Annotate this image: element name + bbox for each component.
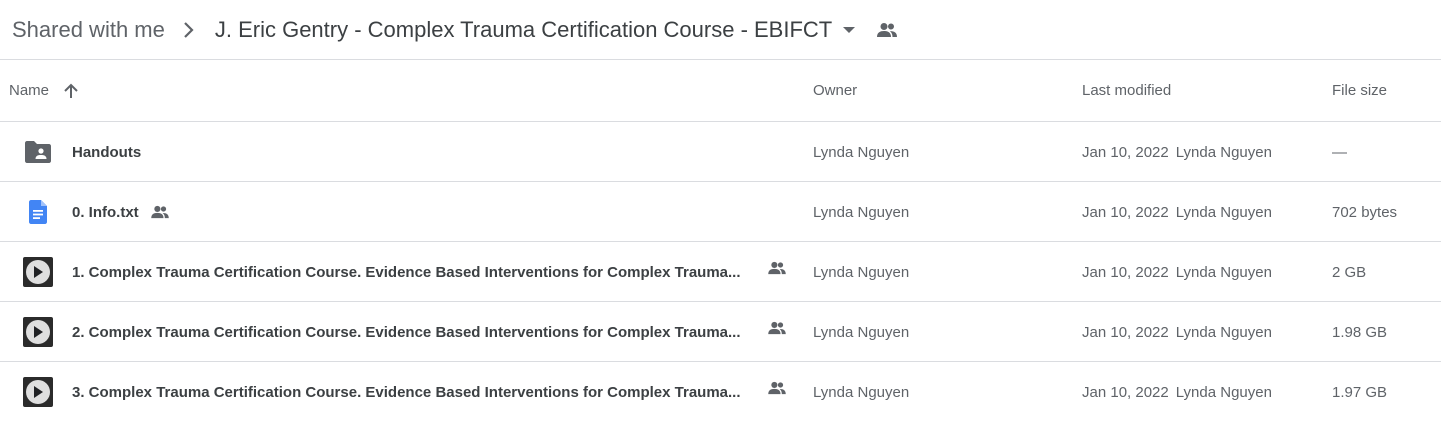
shared-people-icon: [766, 381, 788, 399]
chevron-right-icon: [183, 21, 195, 39]
shared-folder-icon: [23, 137, 53, 167]
file-size: 702 bytes: [1332, 203, 1398, 221]
file-last-modified: Jan 10, 2022 Lynda Nguyen: [1082, 263, 1272, 281]
file-size: —: [1332, 143, 1347, 161]
file-list: Handouts Lynda Nguyen Jan 10, 2022 Lynda …: [0, 122, 1441, 422]
column-header-row: Name Owner Last modified File size: [0, 60, 1441, 122]
dropdown-arrow-icon[interactable]: [842, 26, 856, 34]
column-name-label: Name: [9, 82, 50, 99]
file-owner: Lynda Nguyen: [813, 323, 910, 341]
file-name: Handouts: [72, 143, 142, 161]
breadcrumb: Shared with me J. Eric Gentry - Complex …: [0, 0, 1441, 60]
file-size: 2 GB: [1332, 263, 1367, 281]
shared-people-icon: [149, 205, 171, 219]
breadcrumb-shared-with-me[interactable]: Shared with me: [12, 17, 165, 43]
current-folder-title: J. Eric Gentry - Complex Trauma Certific…: [214, 16, 833, 42]
file-owner: Lynda Nguyen: [813, 143, 910, 161]
shared-people-icon: [766, 261, 788, 279]
column-header-name[interactable]: Name: [9, 82, 79, 99]
file-last-modified: Jan 10, 2022 Lynda Nguyen: [1082, 203, 1272, 221]
file-owner: Lynda Nguyen: [813, 263, 910, 281]
video-thumbnail-icon: [23, 377, 53, 407]
column-header-owner[interactable]: Owner: [813, 82, 857, 99]
video-thumbnail-icon: [23, 257, 53, 287]
file-row[interactable]: 0. Info.txt Lynda Nguyen Jan 10, 2022 Lyn…: [0, 182, 1441, 242]
shared-people-icon: [766, 321, 788, 339]
file-owner: Lynda Nguyen: [813, 383, 910, 401]
file-name: 0. Info.txt: [72, 182, 171, 242]
column-header-last-modified[interactable]: Last modified: [1082, 82, 1171, 99]
file-last-modified: Jan 10, 2022 Lynda Nguyen: [1082, 383, 1272, 401]
file-name: 1. Complex Trauma Certification Course. …: [72, 263, 741, 281]
file-row[interactable]: 2. Complex Trauma Certification Course. …: [0, 302, 1441, 362]
video-thumbnail-icon: [23, 317, 53, 347]
play-icon: [26, 380, 50, 404]
file-owner: Lynda Nguyen: [813, 203, 910, 221]
file-row[interactable]: Handouts Lynda Nguyen Jan 10, 2022 Lynda …: [0, 122, 1441, 182]
google-doc-icon: [23, 197, 53, 227]
column-header-file-size[interactable]: File size: [1332, 82, 1387, 99]
shared-people-icon[interactable]: [876, 22, 898, 38]
file-size: 1.98 GB: [1332, 323, 1388, 341]
file-row[interactable]: 1. Complex Trauma Certification Course. …: [0, 242, 1441, 302]
file-last-modified: Jan 10, 2022 Lynda Nguyen: [1082, 323, 1272, 341]
file-last-modified: Jan 10, 2022 Lynda Nguyen: [1082, 143, 1272, 161]
play-icon: [26, 320, 50, 344]
file-row[interactable]: 3. Complex Trauma Certification Course. …: [0, 362, 1441, 422]
file-name: 2. Complex Trauma Certification Course. …: [72, 323, 741, 341]
sort-arrow-up-icon[interactable]: [63, 83, 79, 99]
breadcrumb-current-folder[interactable]: J. Eric Gentry - Complex Trauma Certific…: [215, 17, 856, 43]
file-name: 3. Complex Trauma Certification Course. …: [72, 383, 741, 401]
file-size: 1.97 GB: [1332, 383, 1388, 401]
play-icon: [26, 260, 50, 284]
